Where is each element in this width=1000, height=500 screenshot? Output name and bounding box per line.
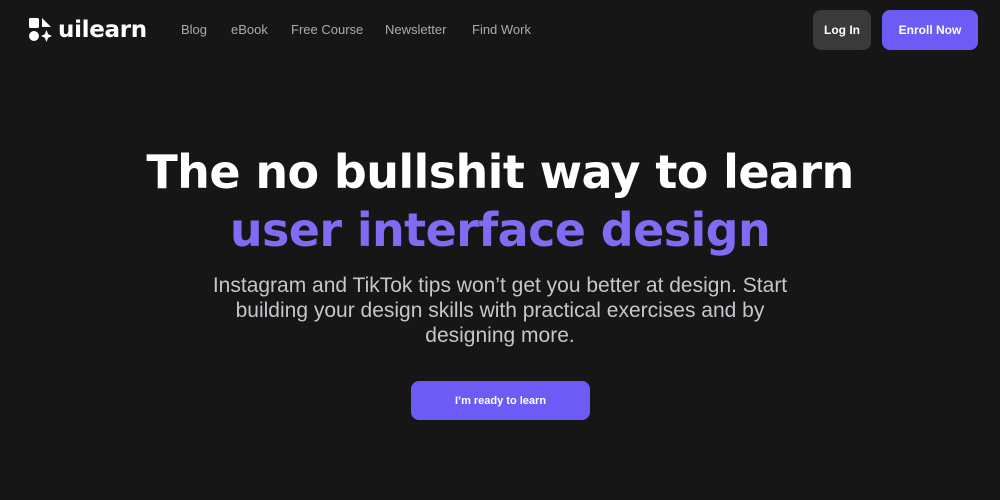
logo-text: uilearn [58, 17, 147, 43]
nav-item-blog[interactable]: Blog [181, 21, 207, 39]
nav-item-newsletter[interactable]: Newsletter [385, 21, 446, 39]
hero-title-line1: The no bullshit way to learn [146, 145, 854, 199]
login-button[interactable]: Log In [813, 10, 871, 50]
nav-item-ebook[interactable]: eBook [231, 21, 268, 39]
nav-item-free-course[interactable]: Free Course [291, 21, 363, 39]
uilearn-logo-icon [29, 18, 52, 42]
nav-item-find-work[interactable]: Find Work [472, 21, 531, 39]
ready-to-learn-button[interactable]: I’m ready to learn [411, 381, 590, 420]
landing-page: uilearn Blog eBook Free Course Newslette… [0, 0, 1000, 500]
enroll-now-button[interactable]: Enroll Now [882, 10, 978, 50]
hero-subtitle: Instagram and TikTok tips won’t get you … [212, 274, 788, 347]
site-header: uilearn Blog eBook Free Course Newslette… [0, 0, 1000, 60]
hero-title-line2: user interface design [229, 203, 771, 257]
hero-title: The no bullshit way to learn user interf… [0, 143, 1000, 259]
logo-link[interactable]: uilearn [28, 17, 147, 43]
